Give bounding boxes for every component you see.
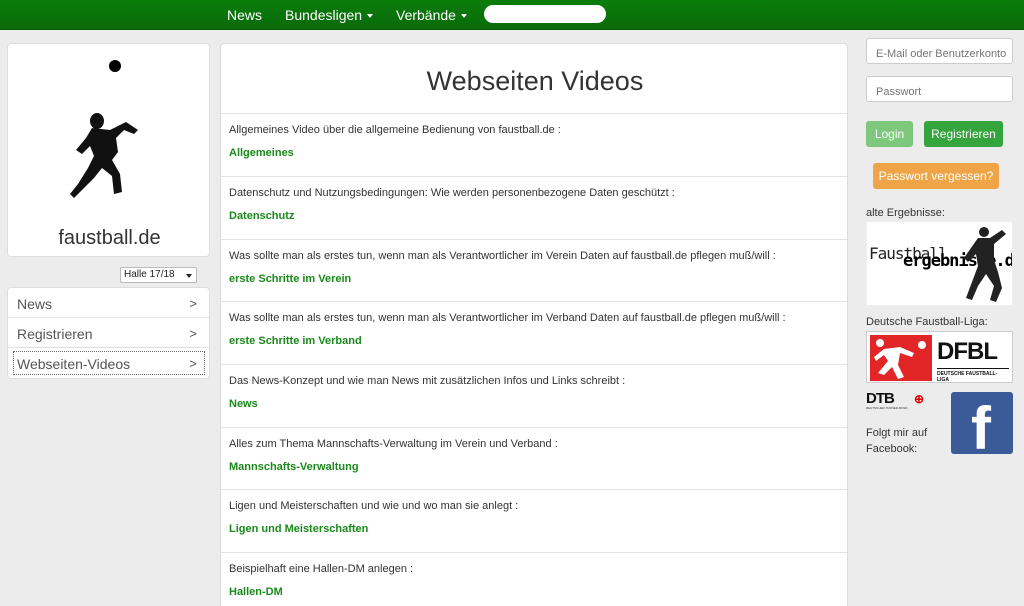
nav-verbaende-label: Verbände	[396, 7, 456, 23]
video-description: Datenschutz und Nutzungsbedingungen: Wie…	[229, 187, 675, 199]
main-content: Webseiten Videos Allgemeines Video über …	[220, 43, 848, 606]
video-description: Das News-Konzept und wie man News mit zu…	[229, 375, 626, 387]
chevron-right-icon: >	[189, 296, 197, 311]
dfbl-red-block	[870, 335, 932, 381]
password-field[interactable]	[866, 76, 1013, 102]
video-description: Alles zum Thema Mannschafts-Verwaltung i…	[229, 438, 558, 450]
dfbl-logo-text: DFBL	[937, 338, 998, 365]
video-entry: Ligen und Meisterschaften und wie und wo…	[221, 489, 847, 551]
ball-icon	[109, 60, 121, 72]
brand-name: faustball.de	[58, 227, 161, 249]
video-entry: Beispielhaft eine Hallen-DM anlegen : Ha…	[221, 552, 847, 606]
dtb-mark-icon: ⊕	[914, 392, 925, 406]
page-title: Webseiten Videos	[426, 66, 644, 96]
video-description: Ligen und Meisterschaften und wie und wo…	[229, 500, 519, 512]
league-label: Deutsche Faustball-Liga:	[866, 316, 988, 328]
nav-news[interactable]: News	[227, 7, 262, 23]
nav-bundesligen-label: Bundesligen	[285, 7, 363, 23]
video-link[interactable]: Hallen-DM	[229, 586, 283, 598]
player-silhouette-icon	[70, 113, 138, 198]
chevron-down-icon	[186, 274, 192, 278]
dfbl-logo-subtext: DEUTSCHE FAUSTBALL-LIGA	[937, 368, 1009, 382]
sidebar-menu: News > Registrieren > Webseiten-Videos >	[7, 287, 210, 379]
nav-verbaende-dropdown[interactable]: Verbände	[396, 7, 467, 23]
video-link[interactable]: News	[229, 398, 258, 410]
video-description: Was sollte man als erstes tun, wenn man …	[229, 312, 786, 324]
register-button[interactable]: Registrieren	[924, 121, 1003, 147]
video-link[interactable]: Datenschutz	[229, 210, 294, 222]
facebook-f-glyph: f	[971, 395, 991, 454]
forgot-password-button[interactable]: Passwort vergessen?	[873, 163, 999, 189]
video-entry: Das News-Konzept und wie man News mit zu…	[221, 364, 847, 426]
video-description: Was sollte man als erstes tun, wenn man …	[229, 250, 776, 262]
video-entry: Alles zum Thema Mannschafts-Verwaltung i…	[221, 427, 847, 489]
sidebar-item-registrieren[interactable]: Registrieren >	[8, 318, 209, 348]
dtb-logo[interactable]: DTB ⊕ DEUTSCHER TURNER-BUND	[866, 390, 930, 412]
email-field[interactable]	[866, 38, 1013, 64]
chevron-right-icon: >	[189, 326, 197, 341]
sidebar-item-news[interactable]: News >	[8, 288, 209, 318]
video-description: Beispielhaft eine Hallen-DM anlegen :	[229, 563, 414, 575]
sidebar-item-label: Webseiten-Videos	[17, 356, 131, 372]
player-silhouette-icon	[874, 339, 926, 379]
dfbl-logo[interactable]: DFBL DEUTSCHE FAUSTBALL-LIGA	[866, 331, 1013, 383]
logo-card[interactable]: faustball.de	[7, 43, 210, 257]
video-link[interactable]: Ligen und Meisterschaften	[229, 523, 368, 535]
video-link[interactable]: erste Schritte im Verband	[229, 335, 362, 347]
video-entry: Was sollte man als erstes tun, wenn man …	[221, 301, 847, 363]
season-select[interactable]: Halle 17/18	[120, 267, 197, 283]
video-link[interactable]: erste Schritte im Verein	[229, 273, 351, 285]
facebook-icon[interactable]: f	[951, 392, 1013, 454]
chevron-right-icon: >	[189, 356, 197, 371]
faustball-ergebnisse-logo[interactable]: Faustball ergebnisse.de	[866, 221, 1013, 306]
video-entry: Allgemeines Video über die allgemeine Be…	[221, 113, 847, 175]
caret-down-icon	[460, 14, 467, 19]
sidebar-item-label: News	[17, 296, 53, 312]
player-silhouette-icon	[964, 227, 1006, 302]
video-link[interactable]: Mannschafts-Verwaltung	[229, 461, 359, 473]
nav-bundesligen-dropdown[interactable]: Bundesligen	[285, 7, 374, 23]
old-results-label: alte Ergebnisse:	[866, 207, 945, 219]
sidebar-item-webseiten-videos[interactable]: Webseiten-Videos >	[8, 348, 209, 378]
video-link[interactable]: Allgemeines	[229, 147, 294, 159]
nav-news-label: News	[227, 7, 263, 23]
top-navbar: News Bundesligen Verbände	[0, 0, 1024, 30]
dtb-logo-subtext: DEUTSCHER TURNER-BUND	[866, 406, 908, 410]
caret-down-icon	[367, 14, 374, 19]
video-entry: Datenschutz und Nutzungsbedingungen: Wie…	[221, 176, 847, 238]
login-button[interactable]: Login	[866, 121, 913, 147]
video-entry: Was sollte man als erstes tun, wenn man …	[221, 239, 847, 301]
facebook-label: Folgt mir auf Facebook:	[866, 427, 928, 455]
dtb-logo-text: DTB	[866, 390, 895, 407]
video-description: Allgemeines Video über die allgemeine Be…	[229, 124, 561, 136]
search-input[interactable]	[484, 5, 606, 23]
sidebar-item-label: Registrieren	[17, 326, 93, 342]
season-select-value: Halle 17/18	[124, 269, 175, 280]
